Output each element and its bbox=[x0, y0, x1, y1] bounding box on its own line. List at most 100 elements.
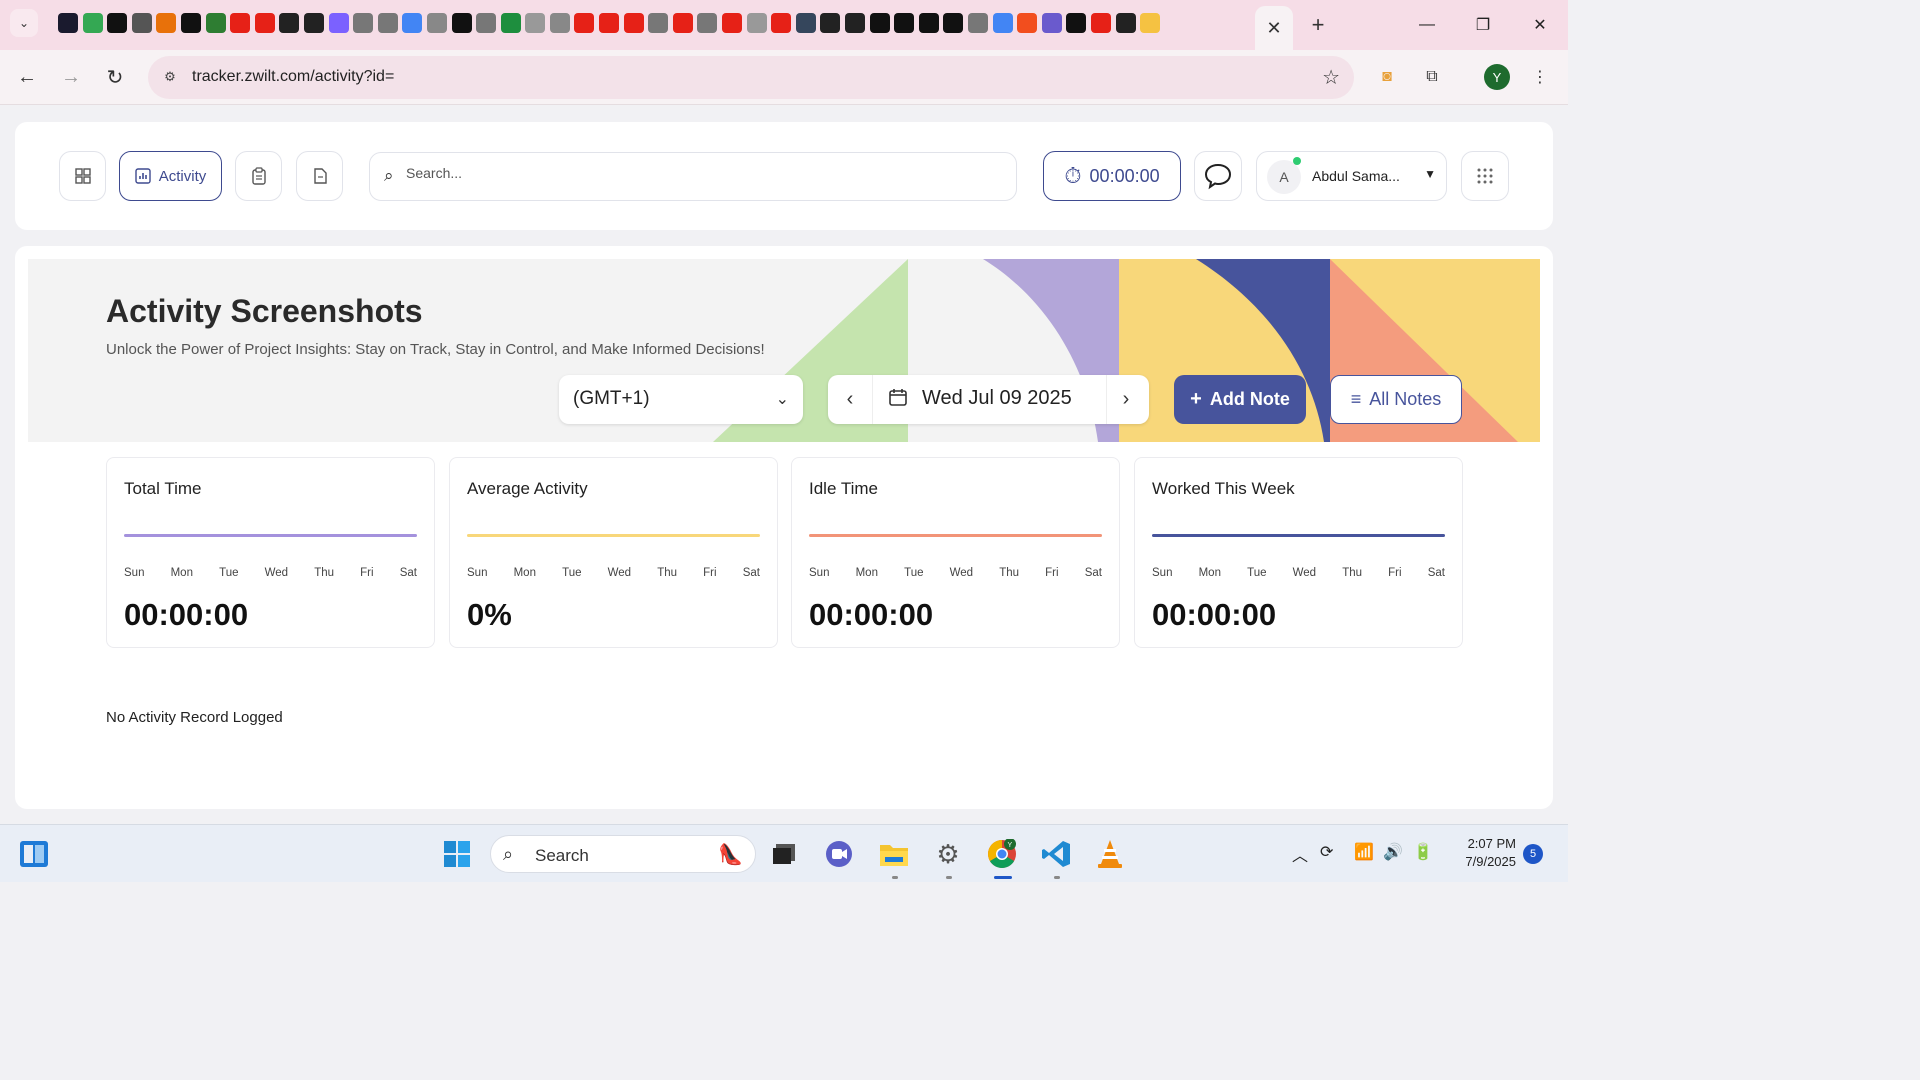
widgets-icon[interactable] bbox=[18, 838, 50, 870]
vscode-icon[interactable] bbox=[1040, 838, 1072, 870]
vlc-icon[interactable] bbox=[1094, 838, 1126, 870]
tab-icon-youtube[interactable] bbox=[722, 13, 743, 33]
tab-icon-triangle[interactable] bbox=[869, 13, 890, 33]
tray-overflow-icon[interactable]: ︿ bbox=[1292, 842, 1308, 866]
tab-icon-app[interactable] bbox=[107, 13, 128, 33]
timer-button[interactable]: ⏱ 00:00:00 bbox=[1043, 151, 1181, 201]
sync-icon[interactable]: ⟳ bbox=[1320, 842, 1333, 862]
tab-icon-github[interactable] bbox=[820, 13, 841, 33]
tab-icon-nano[interactable] bbox=[943, 13, 964, 33]
tab-icon-meet[interactable] bbox=[82, 13, 103, 33]
apps-menu-button[interactable] bbox=[1461, 151, 1509, 201]
all-notes-button[interactable]: ≡ All Notes bbox=[1330, 375, 1462, 424]
clipboard-button[interactable] bbox=[235, 151, 282, 201]
add-note-button[interactable]: + Add Note bbox=[1174, 375, 1306, 424]
wifi-icon[interactable]: 📶 bbox=[1354, 842, 1374, 862]
selected-date[interactable]: Wed Jul 09 2025 bbox=[922, 387, 1072, 410]
chrome-icon[interactable]: Y bbox=[986, 838, 1018, 870]
tab-icon-google[interactable] bbox=[746, 13, 767, 33]
tab-icon-notion[interactable] bbox=[894, 13, 915, 33]
chat-button[interactable] bbox=[1194, 151, 1242, 201]
address-bar[interactable]: ⚙ tracker.zwilt.com/activity?id= ☆ bbox=[148, 56, 1354, 99]
tab-icon-a[interactable] bbox=[1041, 13, 1062, 33]
battery-icon[interactable]: 🔋 bbox=[1413, 842, 1433, 862]
tab-icon-github[interactable] bbox=[1115, 13, 1136, 33]
tab-icon-docs[interactable] bbox=[402, 13, 423, 33]
close-window-icon[interactable]: ✕ bbox=[1525, 10, 1555, 40]
tab-icon-play[interactable] bbox=[426, 13, 447, 33]
activity-tab-button[interactable]: Activity bbox=[119, 151, 222, 201]
tab-icon-globe[interactable] bbox=[353, 13, 374, 33]
reload-icon[interactable]: ↻ bbox=[100, 62, 130, 92]
search-icon: ⌕ bbox=[384, 166, 394, 185]
extensions-puzzle-icon[interactable]: ⧉ bbox=[1420, 65, 1444, 89]
tab-icon-spark[interactable] bbox=[525, 13, 546, 33]
minimize-icon[interactable]: — bbox=[1412, 10, 1442, 40]
browser-menu-icon[interactable]: ⋮ bbox=[1528, 65, 1552, 89]
tab-icon-ai[interactable] bbox=[58, 13, 78, 33]
tab-icon-medium[interactable] bbox=[180, 13, 201, 33]
document-button[interactable] bbox=[296, 151, 343, 201]
close-tab-icon[interactable]: ✕ bbox=[1266, 18, 1281, 39]
tab-icon-youtube[interactable] bbox=[230, 13, 251, 33]
tab-icon-tumblr[interactable] bbox=[795, 13, 816, 33]
bookmark-star-icon[interactable]: ☆ bbox=[1322, 65, 1340, 90]
volume-icon[interactable]: 🔊 bbox=[1383, 842, 1403, 862]
tab-icon-sheets[interactable] bbox=[500, 13, 521, 33]
search-box[interactable]: ⌕ bbox=[369, 152, 1017, 201]
url-text[interactable]: tracker.zwilt.com/activity?id= bbox=[192, 68, 394, 86]
tab-icon-globe[interactable] bbox=[377, 13, 398, 33]
restore-icon[interactable]: ❐ bbox=[1468, 10, 1498, 40]
weekday-label: Thu bbox=[999, 567, 1020, 579]
notification-badge[interactable]: 5 bbox=[1523, 844, 1543, 864]
tab-icon-notion[interactable] bbox=[918, 13, 939, 33]
tab-icon-claude[interactable] bbox=[1140, 13, 1161, 33]
new-tab-button[interactable]: + bbox=[1305, 12, 1331, 38]
start-menu-icon[interactable] bbox=[441, 838, 473, 870]
tab-icon-s[interactable] bbox=[131, 13, 152, 33]
taskbar-clock[interactable]: 2:07 PM 7/9/2025 bbox=[1450, 835, 1516, 871]
next-day-button[interactable]: › bbox=[1114, 386, 1138, 412]
tab-icon-globe[interactable] bbox=[967, 13, 988, 33]
extension-icon[interactable]: ◙ bbox=[1375, 65, 1399, 89]
tab-icon-youtube[interactable] bbox=[623, 13, 644, 33]
tab-icon-openai[interactable] bbox=[303, 13, 324, 33]
tab-icon-play[interactable] bbox=[549, 13, 570, 33]
tab-search-menu-button[interactable]: ⌄ bbox=[10, 9, 38, 37]
tab-icon-ce[interactable] bbox=[205, 13, 226, 33]
profile-avatar[interactable]: Y bbox=[1484, 64, 1510, 90]
tab-icon-youtube[interactable] bbox=[574, 13, 595, 33]
tab-icon-pixelart[interactable] bbox=[328, 13, 349, 33]
search-input[interactable] bbox=[406, 165, 966, 181]
tab-icon-bolt[interactable] bbox=[156, 13, 177, 33]
back-icon[interactable]: ← bbox=[12, 62, 42, 92]
tab-icon-github[interactable] bbox=[845, 13, 865, 33]
tab-icon-globe[interactable] bbox=[648, 13, 669, 33]
site-settings-icon[interactable]: ⚙ bbox=[160, 67, 180, 87]
tab-icon-google[interactable] bbox=[992, 13, 1013, 33]
tab-icon-youtube[interactable] bbox=[254, 13, 275, 33]
tab-icon-youtube[interactable] bbox=[771, 13, 792, 33]
previous-day-button[interactable]: ‹ bbox=[838, 386, 862, 412]
task-view-icon[interactable] bbox=[768, 838, 800, 870]
tab-icon-youtube[interactable] bbox=[1090, 13, 1111, 33]
tab-icon-youtube[interactable] bbox=[672, 13, 693, 33]
file-explorer-icon[interactable] bbox=[878, 838, 910, 870]
weekday-label: Fri bbox=[1045, 567, 1059, 579]
taskbar-search[interactable]: ⌕ Search 👠 bbox=[490, 835, 756, 873]
tab-icon-nano[interactable] bbox=[451, 13, 472, 33]
user-menu[interactable]: A Abdul Sama... ▼ bbox=[1256, 151, 1447, 201]
dashboard-button[interactable] bbox=[59, 151, 106, 201]
taskbar: ⌕ Search 👠 ⚙ Y ︿ ⟳ 📶 🔊 🔋 2:07 PM 7/9/202… bbox=[0, 824, 1568, 882]
settings-gear-icon[interactable]: ⚙ bbox=[932, 838, 964, 870]
meet-icon[interactable] bbox=[823, 838, 855, 870]
tab-icon-figma[interactable] bbox=[1017, 13, 1038, 33]
tab-icon-youtube[interactable] bbox=[599, 13, 620, 33]
tab-icon-globe[interactable] bbox=[697, 13, 718, 33]
tab-icon-openai[interactable] bbox=[279, 13, 300, 33]
active-tab[interactable]: ✕ bbox=[1255, 6, 1293, 50]
forward-icon[interactable]: → bbox=[56, 62, 86, 92]
timezone-select[interactable]: (GMT+1) ⌄ bbox=[559, 375, 803, 424]
tab-icon-triangle[interactable] bbox=[1066, 13, 1087, 33]
tab-icon-linkedin[interactable] bbox=[476, 13, 497, 33]
